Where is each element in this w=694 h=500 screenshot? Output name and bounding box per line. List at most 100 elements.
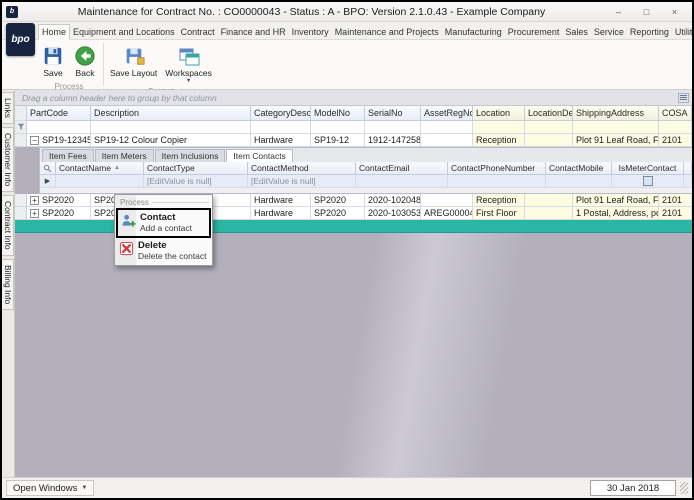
minimize-button[interactable]: – [605, 4, 632, 19]
sidebar-tab-contract-info[interactable]: Contract Info [2, 195, 14, 256]
edit-cell-ismetercontact[interactable] [612, 175, 684, 188]
cell-location[interactable]: Reception [473, 194, 525, 207]
expand-row-icon[interactable]: + [30, 208, 39, 218]
cell-locationdesc[interactable] [525, 194, 573, 207]
column-header-contactname[interactable]: ContactName ▲ [56, 162, 144, 175]
tab-utilities[interactable]: Utilities [672, 25, 692, 39]
edit-cell-contactemail[interactable] [356, 175, 448, 188]
column-header-contactmobile[interactable]: ContactMobile [546, 162, 612, 175]
edit-cell-contactmobile[interactable] [546, 175, 612, 188]
cell-modelno[interactable]: SP2020 [311, 207, 365, 220]
cell-shippingaddress[interactable]: Plot 91 Leaf Road, Forest Hills,... [573, 134, 659, 147]
filter-cell[interactable] [659, 121, 692, 134]
ismetercontact-checkbox[interactable] [642, 176, 653, 186]
column-header-assetregno[interactable]: AssetRegNo [421, 106, 473, 121]
tab-maintenance-and-projects[interactable]: Maintenance and Projects [332, 25, 442, 39]
cell-modelno[interactable]: SP19-12 [311, 134, 365, 147]
cell-location[interactable]: First Floor [473, 207, 525, 220]
filter-cell[interactable] [27, 121, 91, 134]
menu-item-contact[interactable]: Contact Add a contact [118, 210, 209, 236]
sidebar-tab-links[interactable]: Links [2, 92, 14, 124]
sidebar-tab-billing-info[interactable]: Billing Info [2, 258, 14, 311]
column-header-location[interactable]: Location [473, 106, 525, 121]
cell-cosa[interactable]: 2101 [659, 194, 692, 207]
detail-tab-item-inclusions[interactable]: Item Inclusions [154, 149, 226, 162]
cell-assetregno[interactable] [421, 134, 473, 147]
tab-inventory[interactable]: Inventory [289, 25, 332, 39]
cell-modelno[interactable]: SP2020 [311, 194, 365, 207]
cell-assetregno[interactable] [421, 194, 473, 207]
cell-cosa[interactable]: 2101 [659, 134, 692, 147]
sidebar-tab-customer-info[interactable]: Customer Info [2, 126, 14, 193]
edit-cell-contactname[interactable] [56, 175, 144, 188]
cell-serialno[interactable]: 2020-103053 [365, 207, 421, 220]
cell-partcode[interactable]: + SP2020 [27, 194, 91, 207]
column-header-serialno[interactable]: SerialNo [365, 106, 421, 121]
edit-cell-contacttype[interactable]: [EditValue is null] [144, 175, 248, 188]
cell-shippingaddress[interactable]: 1 Postal, Address, postal 3, po... [573, 207, 659, 220]
tab-manufacturing[interactable]: Manufacturing [442, 25, 505, 39]
edit-cell-contactmethod[interactable]: [EditValue is null] [248, 175, 356, 188]
filter-cell[interactable] [421, 121, 473, 134]
save-layout-button[interactable]: Save Layout [106, 42, 161, 81]
tab-reporting[interactable]: Reporting [627, 25, 672, 39]
column-header-contacttype[interactable]: ContactType [144, 162, 248, 175]
maximize-button[interactable]: □ [633, 4, 660, 19]
workspaces-button[interactable]: Workspaces ▼ [161, 42, 216, 86]
column-header-ismetercontact[interactable]: IsMeterContact [612, 162, 684, 175]
cell-location[interactable]: Reception [473, 134, 525, 147]
column-header-modelno[interactable]: ModelNo [311, 106, 365, 121]
cell-partcode[interactable]: + SP2020 [27, 207, 91, 220]
filter-cell[interactable] [251, 121, 311, 134]
cell-assetregno[interactable]: AREG000048 [421, 207, 473, 220]
column-header-contactmethod[interactable]: ContactMethod [248, 162, 356, 175]
cell-locationdesc[interactable] [525, 207, 573, 220]
column-header-description[interactable]: Description [91, 106, 251, 121]
filter-cell[interactable] [573, 121, 659, 134]
filter-cell[interactable] [91, 121, 251, 134]
resize-grip[interactable] [680, 482, 688, 494]
column-header-locationdesc[interactable]: LocationDesc [525, 106, 573, 121]
tab-service[interactable]: Service [591, 25, 627, 39]
filter-cell[interactable] [365, 121, 421, 134]
cell-description[interactable]: SP19-12 Colour Copier [91, 134, 251, 147]
column-chooser-icon[interactable] [678, 92, 689, 103]
tab-finance-and-hr[interactable]: Finance and HR [218, 25, 289, 39]
cell-categorydesc[interactable]: Hardware [251, 194, 311, 207]
cell-serialno[interactable]: 2020-102048 [365, 194, 421, 207]
tab-procurement[interactable]: Procurement [505, 25, 563, 39]
column-header-contactphonenumber[interactable]: ContactPhoneNumber [448, 162, 546, 175]
group-by-band[interactable]: Drag a column header here to group by th… [15, 90, 692, 106]
column-header-shippingaddress[interactable]: ShippingAddress [573, 106, 659, 121]
cell-locationdesc[interactable] [525, 134, 573, 147]
detail-tab-item-fees[interactable]: Item Fees [42, 149, 94, 162]
tab-sales[interactable]: Sales [562, 25, 591, 39]
tab-equipment-and-locations[interactable]: Equipment and Locations [70, 25, 178, 39]
contacts-search-cell[interactable] [40, 162, 56, 175]
close-button[interactable]: × [661, 4, 688, 19]
edit-cell-contactphonenumber[interactable] [448, 175, 546, 188]
save-button[interactable]: Save [37, 42, 69, 81]
column-header-categorydesc[interactable]: CategoryDesc [251, 106, 311, 121]
date-field[interactable]: 30 Jan 2018 [590, 480, 676, 496]
bpo-logo[interactable]: bpo [6, 23, 35, 56]
back-button[interactable]: Back [69, 42, 101, 81]
menu-item-delete[interactable]: Delete Delete the contact [116, 238, 211, 264]
filter-cell[interactable] [311, 121, 365, 134]
cell-categorydesc[interactable]: Hardware [251, 207, 311, 220]
collapse-row-icon[interactable]: − [30, 135, 39, 145]
column-header-partcode[interactable]: PartCode [27, 106, 91, 121]
tab-home[interactable]: Home [38, 24, 71, 40]
filter-cell[interactable] [525, 121, 573, 134]
detail-tab-item-contacts[interactable]: Item Contacts [226, 149, 293, 162]
open-windows-button[interactable]: Open Windows ▼ [6, 480, 95, 496]
tab-contract[interactable]: Contract [178, 25, 218, 39]
column-header-contactemail[interactable]: ContactEmail [356, 162, 448, 175]
cell-partcode[interactable]: − SP19-123456 [27, 134, 91, 147]
contact-edit-row[interactable]: ▶ [EditValue is null] [EditValue is null… [40, 175, 692, 188]
detail-tab-item-meters[interactable]: Item Meters [94, 149, 154, 162]
cell-categorydesc[interactable]: Hardware [251, 134, 311, 147]
filter-cell[interactable] [473, 121, 525, 134]
column-header-cosa[interactable]: COSA [659, 106, 692, 121]
cell-shippingaddress[interactable]: Plot 91 Leaf Road, Forest Hills,... [573, 194, 659, 207]
